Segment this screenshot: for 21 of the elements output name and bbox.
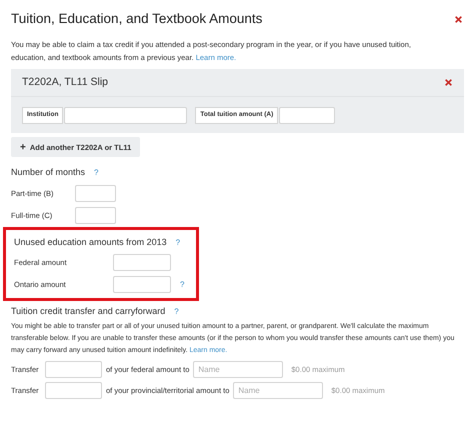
input-field[interactable]: Name <box>233 382 324 399</box>
section-heading: Unused education amounts from 2013 <box>14 236 167 249</box>
section-heading: Tuition credit transfer and carryforward <box>11 305 166 318</box>
section-heading: Number of months <box>11 166 86 180</box>
close-icon[interactable] <box>445 79 452 86</box>
help-link[interactable]: ? <box>174 306 179 318</box>
input-field[interactable] <box>113 276 171 294</box>
input-field[interactable]: Name <box>193 360 284 378</box>
input-field[interactable] <box>45 382 102 399</box>
input-field[interactable] <box>113 254 171 272</box>
input-field[interactable] <box>75 206 116 224</box>
input-field[interactable] <box>75 184 116 202</box>
close-icon[interactable] <box>455 16 462 23</box>
help-link[interactable]: ? <box>94 167 98 179</box>
slip-title: T2202A, TL11 Slip <box>22 74 108 90</box>
help-link[interactable]: ? <box>180 278 184 291</box>
input-field[interactable] <box>64 106 188 124</box>
input-field[interactable] <box>279 106 336 124</box>
help-link[interactable]: ? <box>176 236 180 248</box>
input-field[interactable] <box>45 360 102 378</box>
dialog-title: Tuition, Education, and Textbook Amounts <box>11 10 262 28</box>
